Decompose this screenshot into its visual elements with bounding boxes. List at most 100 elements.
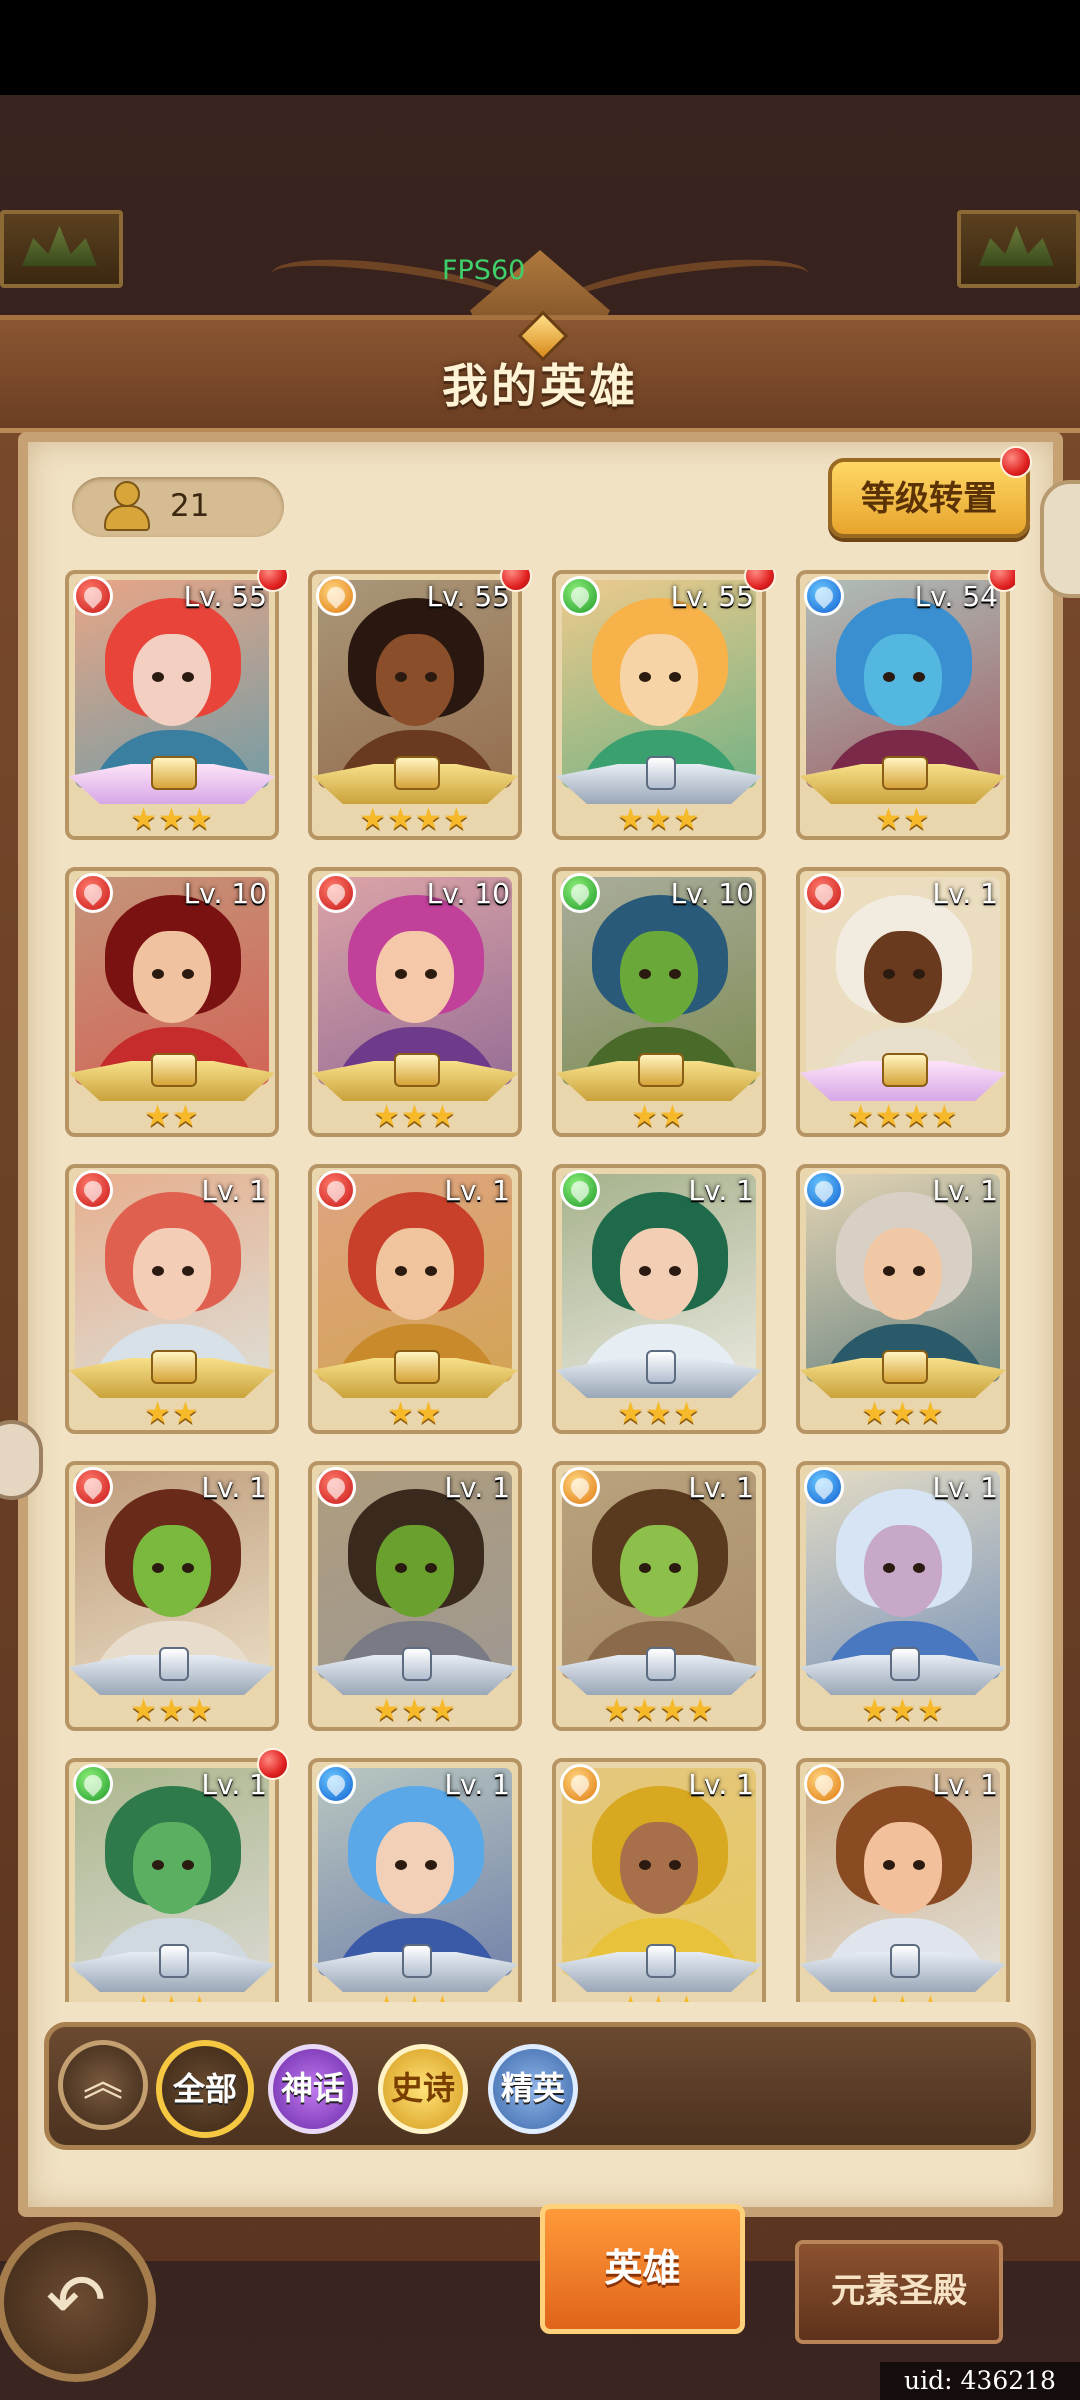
hero-level: Lv. 1 [444,1768,510,1801]
hero-stars: ★★★★ [847,1099,959,1134]
hero-card[interactable]: Lv. 1 ★★★ [552,1758,766,2002]
hero-level: Lv. 1 [201,1768,267,1801]
hero-stars: ★★★ [556,1990,762,2002]
nature-element-icon [560,576,600,616]
hero-level: Lv. 10 [426,877,510,910]
hero-stars: ★★★ [861,1396,945,1431]
collapse-button[interactable]: ︽ [58,2040,148,2130]
hero-card[interactable]: Lv. 1 ★★★ [308,1461,522,1731]
water-element-icon [804,1170,844,1210]
hero-level: Lv. 10 [183,877,267,910]
hero-card[interactable]: Lv. 1 ★★★ [308,1758,522,2002]
right-pillar-ornament [957,210,1080,288]
hero-count: 21 [170,488,210,524]
page-title: 我的英雄 [442,359,638,413]
rank-crest-icon [646,1944,676,1978]
hero-level: Lv. 1 [201,1471,267,1504]
water-element-icon [804,576,844,616]
rank-crest-icon [646,1647,676,1681]
hero-card[interactable]: Lv. 1 ★★★★ [796,867,1010,1137]
user-id-label: uid: 436218 [880,2362,1080,2400]
rank-crest-icon [151,1053,197,1087]
fire-element-icon [316,1170,356,1210]
rank-crest-icon [151,1350,197,1384]
light-element-icon [804,1764,844,1804]
water-element-icon [804,1467,844,1507]
hero-stars: ★★ [144,1099,200,1134]
hero-stars: ★★★ [617,802,701,837]
side-drawer-handle[interactable] [1040,480,1080,598]
hero-stars: ★★★ [312,1990,518,2002]
notification-dot [1000,446,1032,478]
hero-card[interactable]: Lv. 1 ★★★ [796,1461,1010,1731]
hero-stars: ★★★ [130,802,214,837]
hero-stars: ★★★★ [359,802,471,837]
hero-stars: ★★★ [861,1693,945,1728]
hero-card[interactable]: Lv. 10 ★★★ [308,867,522,1137]
hero-level: Lv. 55 [183,580,267,613]
hero-card[interactable]: Lv. 1 ★★★ [552,1164,766,1434]
hero-level: Lv. 1 [688,1768,754,1801]
hero-card[interactable]: Lv. 1 ★★★ [65,1748,289,2002]
hero-level: Lv. 1 [932,877,998,910]
filter-all-button[interactable]: 全部 [156,2040,254,2138]
hero-stars: ★★★ [617,1396,701,1431]
hero-stars: ★★ [631,1099,687,1134]
hero-stars: ★★★ [130,1693,214,1728]
hero-level: Lv. 55 [426,580,510,613]
rank-crest-icon [890,1944,920,1978]
hero-card[interactable]: Lv. 55 ★★★ [65,570,289,840]
hero-card[interactable]: Lv. 1 ★★ [308,1164,522,1434]
light-element-icon [560,1764,600,1804]
fire-element-icon [316,1467,356,1507]
hero-level: Lv. 55 [670,580,754,613]
rank-crest-icon [882,756,928,790]
back-button[interactable]: ↶ [0,2222,156,2382]
filter-epic-button[interactable]: 史诗 [378,2044,468,2134]
rank-crest-icon [394,1053,440,1087]
hero-level: Lv. 1 [444,1471,510,1504]
rank-crest-icon [646,756,676,790]
hero-level: Lv. 1 [688,1174,754,1207]
hero-stars: ★★★ [373,1693,457,1728]
hero-card[interactable]: Lv. 1 ★★★ [796,1164,1010,1434]
rank-crest-icon [394,756,440,790]
hero-grid[interactable]: Lv. 55 ★★★ Lv. 55 ★★★★ Lv. 55 ★★★ Lv. 54 ★★ Lv. … [65,570,1015,2002]
tab-element-shrine[interactable]: 元素圣殿 [795,2240,1003,2344]
hero-level: Lv. 1 [932,1174,998,1207]
rank-crest-icon [159,1647,189,1681]
light-element-icon [316,576,356,616]
hero-card[interactable]: Lv. 55 ★★★ [552,570,776,840]
hero-card[interactable]: Lv. 55 ★★★★ [308,570,532,840]
chevron-up-icon: ︽ [83,2059,123,2105]
hero-stars: ★★★★ [603,1693,715,1728]
hero-card[interactable]: Lv. 54 ★★ [796,570,1015,840]
tab-hero[interactable]: 英雄 [540,2204,745,2334]
hero-level: Lv. 1 [932,1471,998,1504]
hero-card[interactable]: Lv. 1 ★★★ [796,1758,1010,2002]
hero-card[interactable]: Lv. 1 ★★★ [65,1461,279,1731]
rank-crest-icon [882,1053,928,1087]
rank-crest-icon [402,1944,432,1978]
filter-elite-button[interactable]: 精英 [488,2044,578,2134]
rank-crest-icon [151,756,197,790]
fire-element-icon [73,576,113,616]
hero-card[interactable]: Lv. 10 ★★ [552,867,766,1137]
notification-dot [257,1748,289,1780]
person-icon [102,481,150,531]
level-reset-button[interactable]: 等级转置 [828,458,1030,538]
hero-card[interactable]: Lv. 1 ★★★★ [552,1461,766,1731]
left-pillar-ornament [0,210,123,288]
fire-element-icon [804,873,844,913]
fps-counter: FPS60 [442,255,526,286]
hero-level: Lv. 1 [201,1174,267,1207]
nature-element-icon [560,873,600,913]
hero-card[interactable]: Lv. 10 ★★ [65,867,279,1137]
fire-element-icon [73,873,113,913]
hero-level: Lv. 1 [932,1768,998,1801]
filter-myth-button[interactable]: 神话 [268,2044,358,2134]
rank-crest-icon [159,1944,189,1978]
fire-element-icon [73,1467,113,1507]
hero-card[interactable]: Lv. 1 ★★ [65,1164,279,1434]
light-element-icon [560,1467,600,1507]
